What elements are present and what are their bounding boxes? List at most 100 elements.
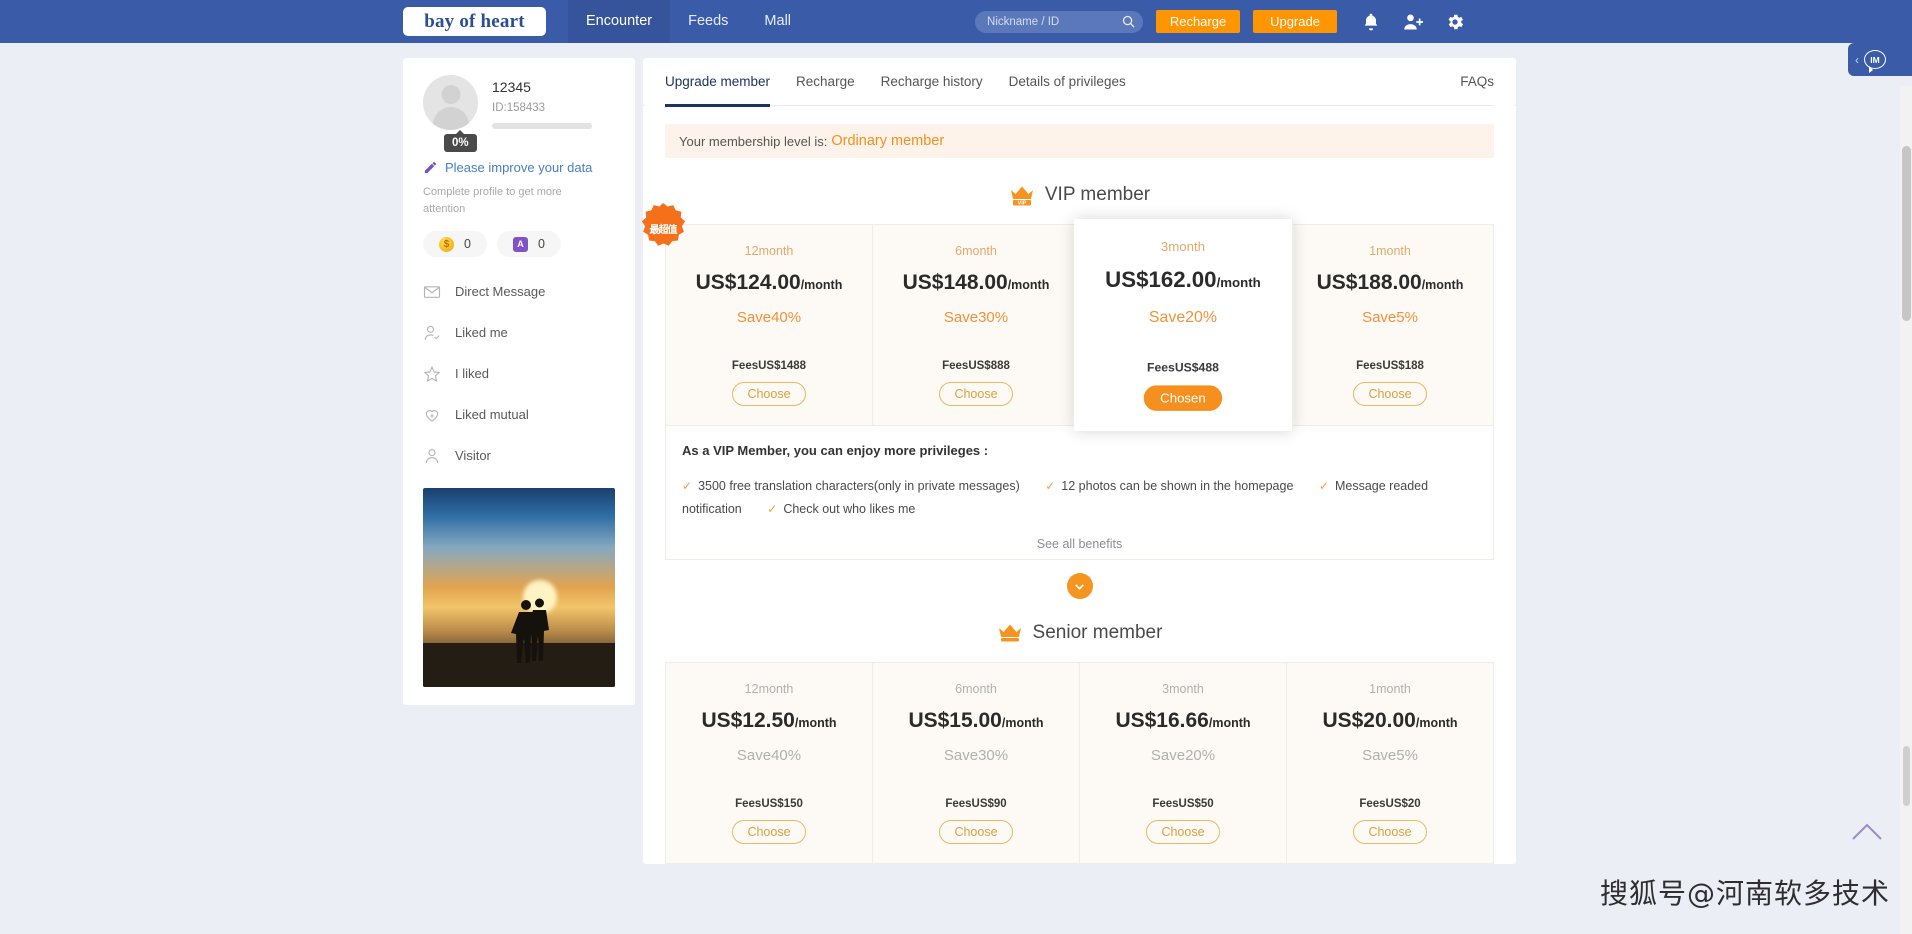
plan-price-amount: US$162.00 — [1105, 267, 1217, 293]
profile-progress-bar: 0% — [444, 123, 592, 152]
sidebar-item-liked-me[interactable]: Liked me — [423, 312, 615, 353]
improve-data-label: Please improve your data — [445, 160, 593, 175]
sidebar-item-label: Direct Message — [455, 284, 546, 299]
translate-balance-value: 0 — [537, 237, 545, 251]
scrollbar-thumb-secondary[interactable] — [1903, 746, 1910, 806]
gear-icon[interactable] — [1445, 12, 1465, 32]
plan-choose-button[interactable]: Choose — [732, 382, 806, 406]
plan-price: US$148.00/month — [879, 271, 1073, 295]
bell-icon[interactable] — [1361, 12, 1381, 32]
plan-chosen-button[interactable]: Chosen — [1144, 385, 1222, 411]
tab-faqs[interactable]: FAQs — [1460, 58, 1494, 106]
senior-section-label: Senior member — [1032, 622, 1163, 644]
tabs-container: Upgrade member Recharge Recharge history… — [643, 58, 1516, 107]
privilege-label: 12 photos can be shown in the homepage — [1061, 479, 1294, 493]
membership-level-prefix: Your membership level is: — [679, 133, 828, 149]
page-scrollbar[interactable] — [1900, 86, 1912, 934]
sidebar-item-i-liked[interactable]: I liked — [423, 353, 615, 394]
sidebar-item-visitor[interactable]: Visitor — [423, 435, 615, 476]
plan-price-amount: US$20.00 — [1322, 709, 1416, 733]
im-bubble-icon: IM — [1864, 50, 1886, 73]
coin-balance-badge[interactable]: $ 0 — [423, 231, 487, 257]
improve-data-subtext: Complete profile to get more attention — [423, 186, 562, 215]
search-icon[interactable] — [1121, 14, 1136, 29]
upgrade-button[interactable]: Upgrade — [1253, 10, 1338, 33]
plan-fees: FeesUS$90 — [945, 798, 1007, 811]
nav-item-mall[interactable]: Mall — [746, 0, 809, 43]
watermark-text: 搜狐号@河南软多技术 — [1599, 877, 1890, 910]
scrollbar-thumb[interactable] — [1902, 146, 1911, 321]
search-input[interactable] — [975, 10, 1144, 33]
plan-choose-button[interactable]: Choose — [1353, 382, 1427, 406]
plan-price: US$16.66/month — [1086, 709, 1280, 733]
im-chat-widget[interactable]: ‹ IM — [1848, 43, 1912, 76]
tab-upgrade-member[interactable]: Upgrade member — [665, 58, 771, 107]
plan-save: Save40% — [736, 747, 802, 765]
add-friend-icon[interactable] — [1403, 12, 1424, 32]
nav-item-encounter[interactable]: Encounter — [568, 0, 671, 43]
user-id: ID:158433 — [492, 102, 546, 114]
chevron-left-icon[interactable]: ‹ — [1855, 53, 1859, 67]
vip-plan-list: 最超值 12month US$124.00/month Save40% Fees… — [641, 203, 1494, 431]
sidebar-item-liked-mutual[interactable]: Liked mutual — [423, 394, 615, 435]
plan-choose-button[interactable]: Choose — [1146, 820, 1220, 845]
senior-section-title: Senior member — [665, 620, 1494, 646]
plan-term: 12month — [744, 244, 794, 258]
check-icon: ✓ — [682, 479, 693, 493]
privileges-title: As a VIP Member, you can enjoy more priv… — [682, 443, 989, 458]
translate-balance-badge[interactable]: A 0 — [496, 231, 561, 257]
plan-term: 6month — [955, 244, 997, 258]
plan-price: US$20.00/month — [1293, 709, 1487, 733]
sidebar-item-label: Visitor — [455, 448, 491, 463]
svg-text:VIP: VIP — [1018, 201, 1027, 207]
check-icon: ✓ — [1045, 479, 1056, 493]
nav-item-feeds[interactable]: Feeds — [670, 0, 746, 43]
vip-crown-icon: VIP — [1009, 182, 1035, 208]
vip-plan-12month[interactable]: 12month US$124.00/month Save40% FeesUS$1… — [666, 225, 873, 425]
plan-save: Save5% — [1362, 309, 1418, 326]
plan-choose-button[interactable]: Choose — [939, 820, 1013, 845]
back-to-top-button[interactable] — [1844, 812, 1890, 852]
senior-plan-3month[interactable]: 3month US$16.66/month Save20% FeesUS$50 … — [1080, 663, 1287, 864]
plan-choose-button[interactable]: Choose — [939, 382, 1013, 406]
profile-header: 12345 ID:158433 0% — [423, 75, 615, 152]
sidebar-item-direct-message[interactable]: Direct Message — [423, 271, 615, 312]
plan-price: US$188.00/month — [1293, 271, 1487, 295]
search-box — [975, 10, 1144, 33]
plan-price-period: /month — [794, 716, 837, 731]
plan-fees: FeesUS$488 — [1147, 362, 1219, 375]
promo-couple-silhouette — [511, 598, 550, 663]
vip-plan-3month[interactable]: 3month US$162.00/month Save20% FeesUS$48… — [1073, 219, 1294, 431]
vip-plan-6month[interactable]: 6month US$148.00/month Save30% FeesUS$88… — [873, 225, 1080, 425]
membership-level-value: Ordinary member — [831, 133, 945, 149]
plan-price-amount: US$148.00 — [902, 271, 1008, 294]
avatar[interactable] — [423, 75, 478, 130]
expand-benefits-button[interactable] — [1066, 573, 1093, 600]
site-logo[interactable]: bay of heart — [403, 7, 546, 36]
improve-data-link[interactable]: Please improve your data — [423, 160, 615, 175]
profile-progress-label: 0% — [444, 130, 477, 152]
senior-plan-list: 12month US$12.50/month Save40% FeesUS$15… — [665, 662, 1494, 865]
senior-plan-6month[interactable]: 6month US$15.00/month Save30% FeesUS$90 … — [873, 663, 1080, 864]
see-all-benefits-link[interactable]: See all benefits — [682, 521, 1477, 559]
tab-recharge-history[interactable]: Recharge history — [881, 58, 983, 106]
plan-save: Save20% — [1150, 747, 1216, 765]
senior-plan-1month[interactable]: 1month US$20.00/month Save5% FeesUS$20 C… — [1287, 663, 1493, 864]
best-value-badge: 最超值 — [637, 202, 689, 254]
sidebar-menu: Direct Message Liked me I liked Liked mu… — [423, 271, 615, 476]
vip-plan-1month[interactable]: 1month US$188.00/month Save5% FeesUS$188… — [1287, 225, 1493, 425]
plan-save: Save30% — [943, 747, 1009, 765]
promo-banner-image[interactable] — [423, 488, 615, 687]
recharge-button[interactable]: Recharge — [1156, 10, 1241, 33]
tab-details-of-privileges[interactable]: Details of privileges — [1009, 58, 1126, 106]
coin-balance-value: 0 — [464, 237, 471, 251]
sidebar: 12345 ID:158433 0% Please improve your d… — [403, 58, 635, 705]
plan-choose-button[interactable]: Choose — [732, 820, 806, 845]
tab-recharge[interactable]: Recharge — [796, 58, 855, 106]
plan-price-amount: US$15.00 — [908, 709, 1002, 733]
plan-fees: FeesUS$150 — [735, 798, 803, 811]
plan-choose-button[interactable]: Choose — [1353, 820, 1427, 845]
plan-save: Save20% — [1148, 308, 1218, 327]
plan-save: Save30% — [943, 309, 1009, 326]
senior-plan-12month[interactable]: 12month US$12.50/month Save40% FeesUS$15… — [666, 663, 873, 864]
